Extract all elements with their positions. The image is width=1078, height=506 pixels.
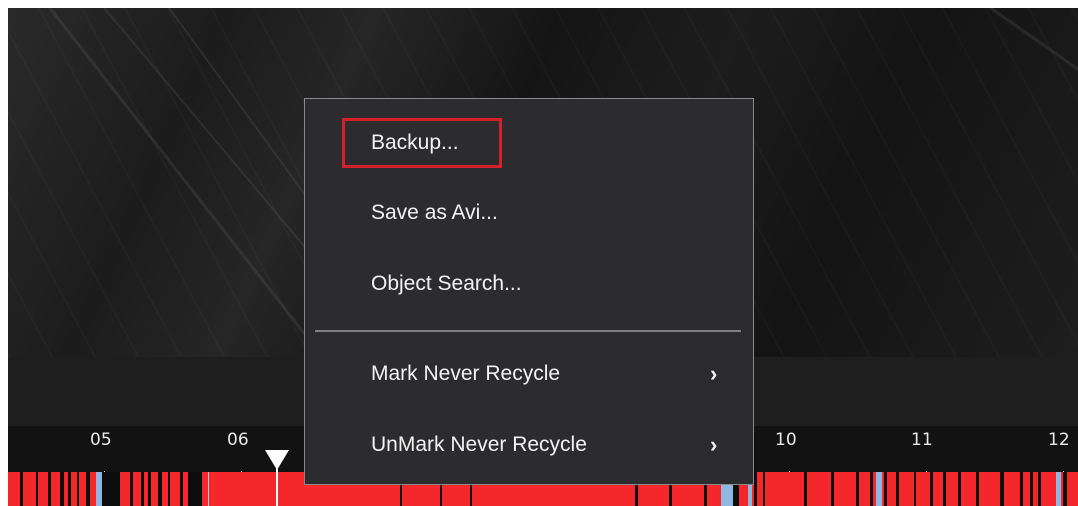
menu-item-object-search[interactable]: Object Search...: [305, 254, 753, 314]
context-menu: Backup... Save as Avi... Object Search..…: [304, 98, 754, 485]
hour-label: 05: [90, 430, 112, 450]
menu-separator: [315, 330, 741, 332]
menu-item-label: UnMark Never Recycle: [371, 433, 587, 456]
menu-item-label: Mark Never Recycle: [371, 362, 561, 385]
highlight-box: [342, 118, 502, 168]
hour-label: 12: [1048, 430, 1070, 450]
chevron-right-icon: ›: [710, 361, 718, 386]
hour-label: 06: [227, 430, 249, 450]
playhead-line: [276, 468, 278, 506]
hour-label: 10: [775, 430, 797, 450]
hour-label: 11: [911, 430, 933, 450]
menu-item-label: Save as Avi...: [371, 201, 498, 224]
playback-window: 05 06 10 11 12 Backup... Save as Avi... …: [8, 8, 1078, 506]
chevron-right-icon: ›: [710, 432, 718, 457]
menu-item-label: Object Search...: [371, 272, 522, 295]
menu-item-save-as-avi[interactable]: Save as Avi...: [305, 183, 753, 243]
menu-item-unmark-never-recycle[interactable]: UnMark Never Recycle ›: [305, 415, 753, 475]
playhead-marker-icon[interactable]: [265, 450, 289, 470]
menu-item-mark-never-recycle[interactable]: Mark Never Recycle ›: [305, 344, 753, 404]
